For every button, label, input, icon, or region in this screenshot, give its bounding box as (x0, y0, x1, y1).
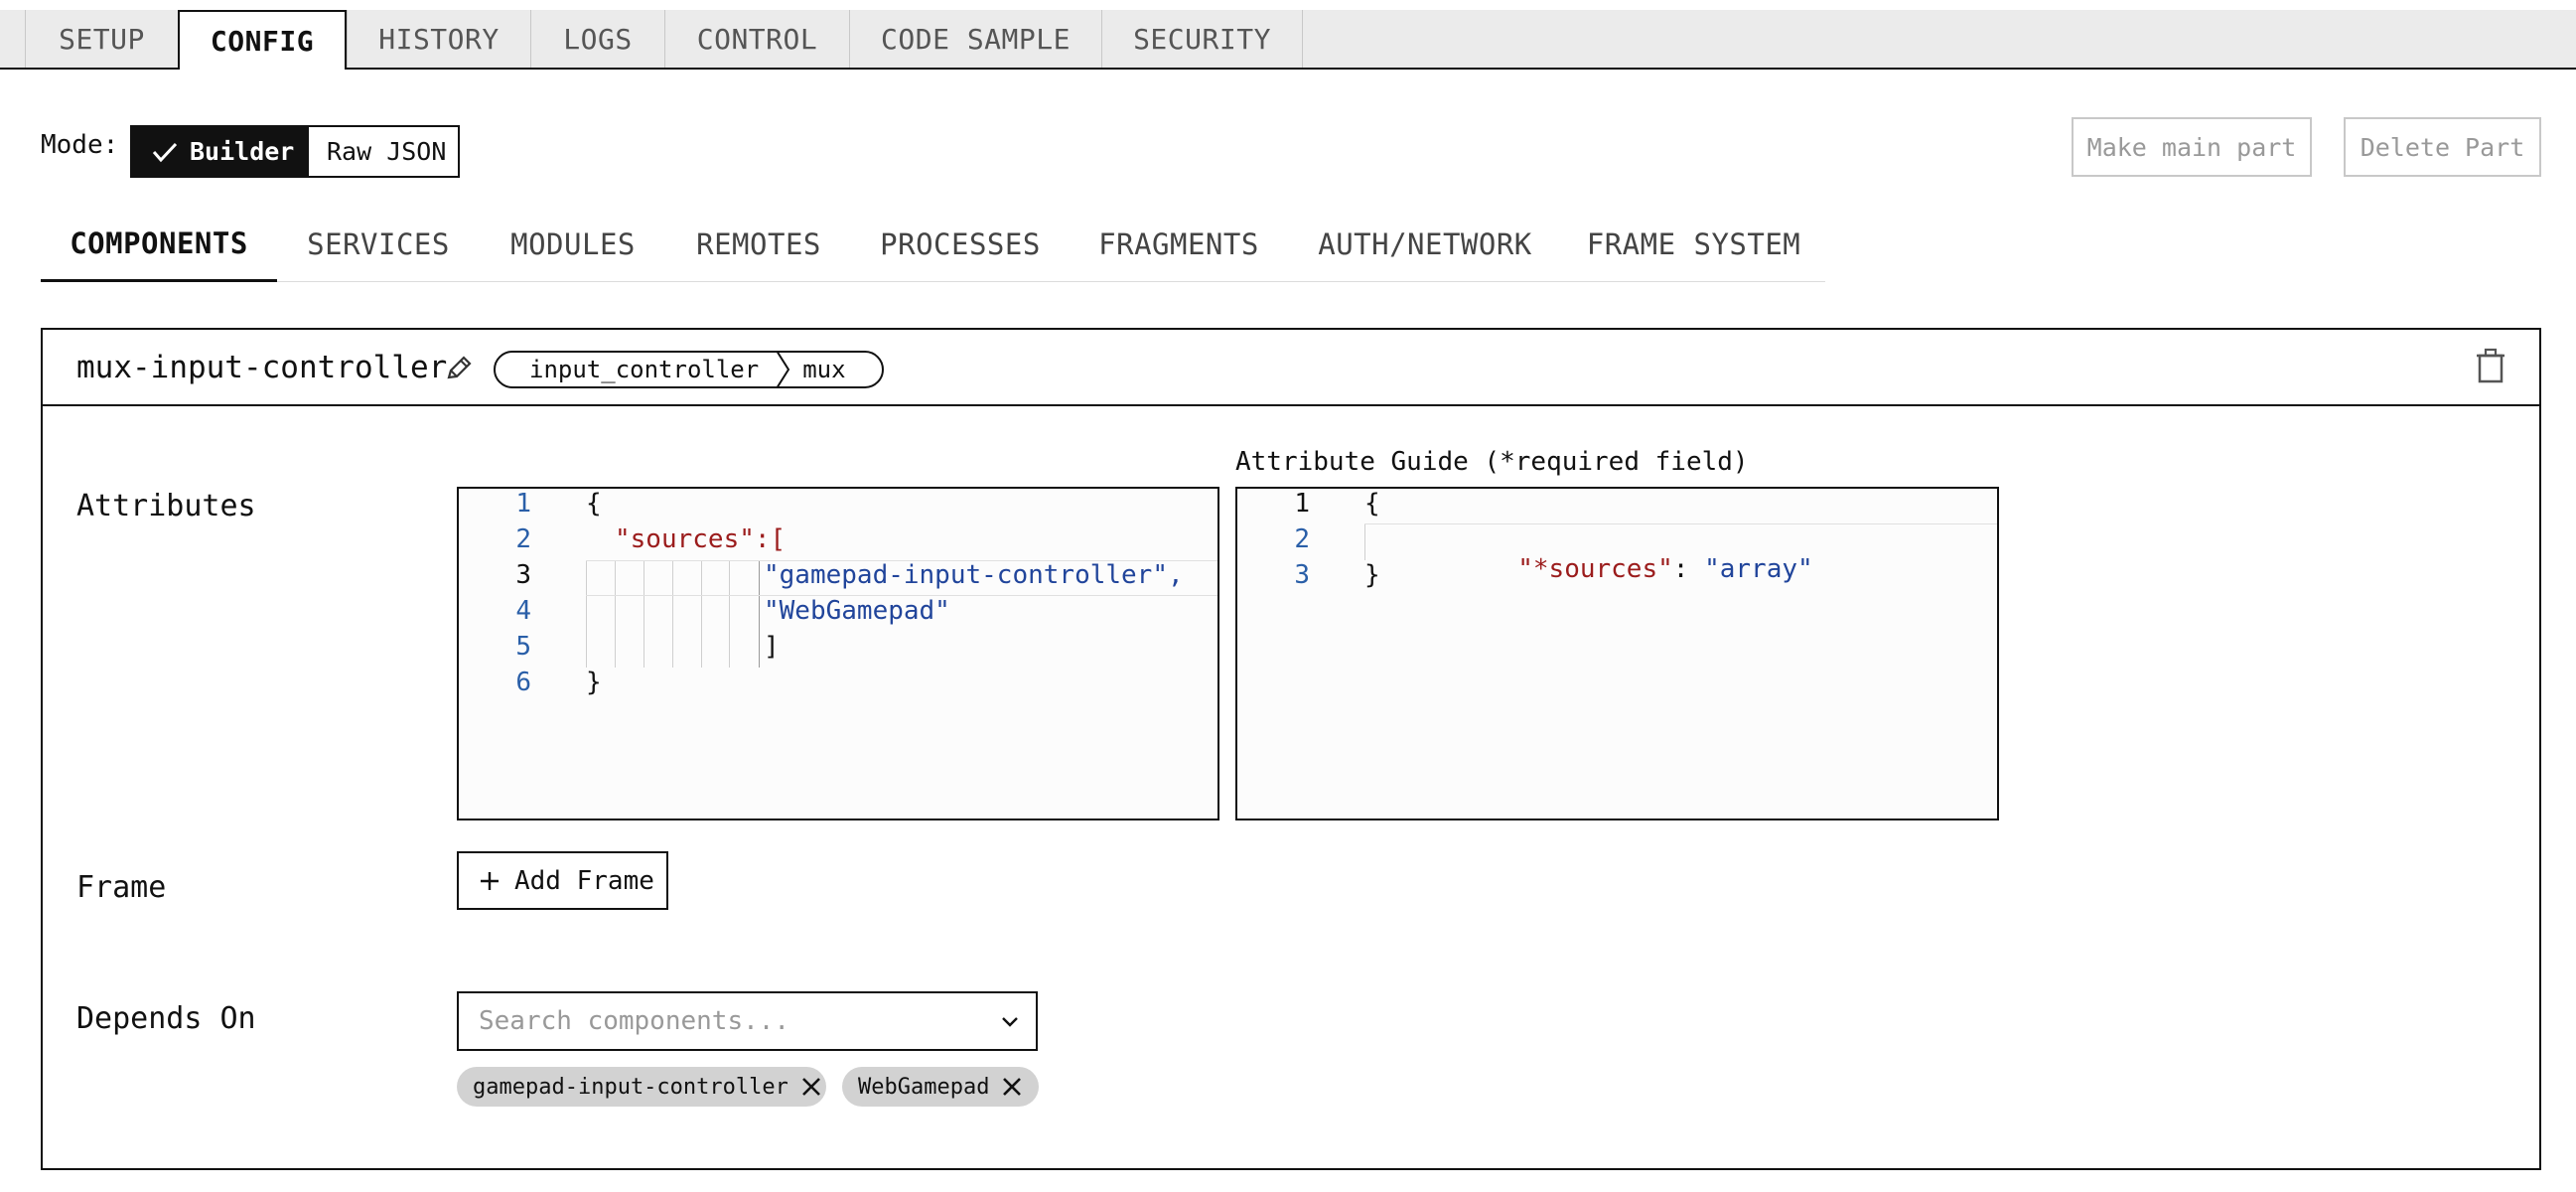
subtab-frame-system[interactable]: FRAME SYSTEM (1562, 207, 1825, 282)
component-card-header: mux-input-controller input_controller mu… (43, 330, 2539, 406)
make-main-part-button[interactable]: Make main part (2072, 117, 2312, 177)
add-frame-button[interactable]: Add Frame (457, 851, 668, 910)
attribute-guide-editor: 1 { 2 "*sources": "array" 3 } (1235, 487, 1999, 820)
frame-label: Frame (76, 870, 167, 905)
component-card: mux-input-controller input_controller mu… (41, 328, 2541, 1170)
resource-tabs: COMPONENTS SERVICES MODULES REMOTES PROC… (41, 207, 1825, 282)
dependency-chip-label: WebGamepad (858, 1074, 990, 1100)
trash-icon[interactable] (2474, 348, 2507, 385)
subtab-modules[interactable]: MODULES (480, 207, 666, 282)
plus-icon (481, 871, 499, 890)
dependency-chip-label: gamepad-input-controller (473, 1074, 788, 1100)
pencil-icon[interactable] (444, 354, 474, 383)
mode-raw-json-label: Raw JSON (327, 137, 447, 166)
mode-raw-json-button[interactable]: Raw JSON (309, 127, 447, 176)
component-name: mux-input-controller (76, 350, 448, 385)
dependency-chip: WebGamepad (842, 1067, 1039, 1107)
search-components-placeholder: Search components... (479, 1006, 790, 1036)
add-frame-label: Add Frame (514, 865, 654, 896)
attribute-guide-title: Attribute Guide (*required field) (1235, 447, 1749, 477)
code-line: 2 "sources":[ (515, 524, 787, 554)
tab-logs[interactable]: LOGS (530, 10, 664, 68)
mode-label: Mode: (41, 130, 119, 160)
subtab-remotes[interactable]: REMOTES (666, 207, 851, 282)
chevron-divider-icon (777, 353, 790, 386)
attributes-label: Attributes (76, 489, 256, 523)
subtab-components[interactable]: COMPONENTS (41, 207, 277, 282)
subtab-services[interactable]: SERVICES (277, 207, 480, 282)
search-components-dropdown[interactable]: Search components... (457, 991, 1038, 1051)
subtab-auth-network[interactable]: AUTH/NETWORK (1288, 207, 1562, 282)
tab-setup[interactable]: SETUP (25, 10, 178, 68)
delete-part-button[interactable]: Delete Part (2344, 117, 2541, 177)
mode-toggle: Builder Raw JSON (130, 125, 460, 178)
mode-builder-button[interactable]: Builder (132, 127, 309, 176)
subtab-processes[interactable]: PROCESSES (851, 207, 1070, 282)
code-line: 4 "WebGamepad" (515, 596, 950, 626)
attributes-editor[interactable]: 1 { 2 "sources":[ 3 "gamepad-input-contr… (457, 487, 1219, 820)
tab-security[interactable]: SECURITY (1101, 10, 1303, 68)
guide-line: 3 } (1294, 560, 1380, 590)
depends-on-label: Depends On (76, 1001, 256, 1036)
component-type-pill: input_controller mux (494, 351, 884, 388)
code-line-current: 3 "gamepad-input-controller", (515, 560, 1184, 590)
guide-line: 2 "*sources": "array" (1294, 524, 1813, 584)
tab-config[interactable]: CONFIG (178, 10, 347, 70)
close-icon[interactable] (800, 1076, 822, 1098)
top-tab-bar: SETUP CONFIG HISTORY LOGS CONTROL CODE S… (0, 10, 2576, 70)
guide-line: 1 { (1294, 489, 1380, 519)
subtab-fragments[interactable]: FRAGMENTS (1070, 207, 1288, 282)
check-icon (152, 142, 178, 162)
tab-history[interactable]: HISTORY (347, 10, 530, 68)
mode-builder-label: Builder (190, 137, 295, 166)
code-line: 6 } (515, 668, 602, 697)
close-icon[interactable] (1001, 1076, 1023, 1098)
code-line: 1 { (515, 489, 602, 519)
model-label: mux (802, 356, 846, 383)
code-line: 5 ] (515, 632, 780, 662)
tab-control[interactable]: CONTROL (664, 10, 849, 68)
api-type-label: input_controller (529, 356, 760, 383)
chevron-down-icon (1002, 1017, 1018, 1027)
dependency-chip: gamepad-input-controller (457, 1067, 826, 1107)
tab-code-sample[interactable]: CODE SAMPLE (849, 10, 1101, 68)
